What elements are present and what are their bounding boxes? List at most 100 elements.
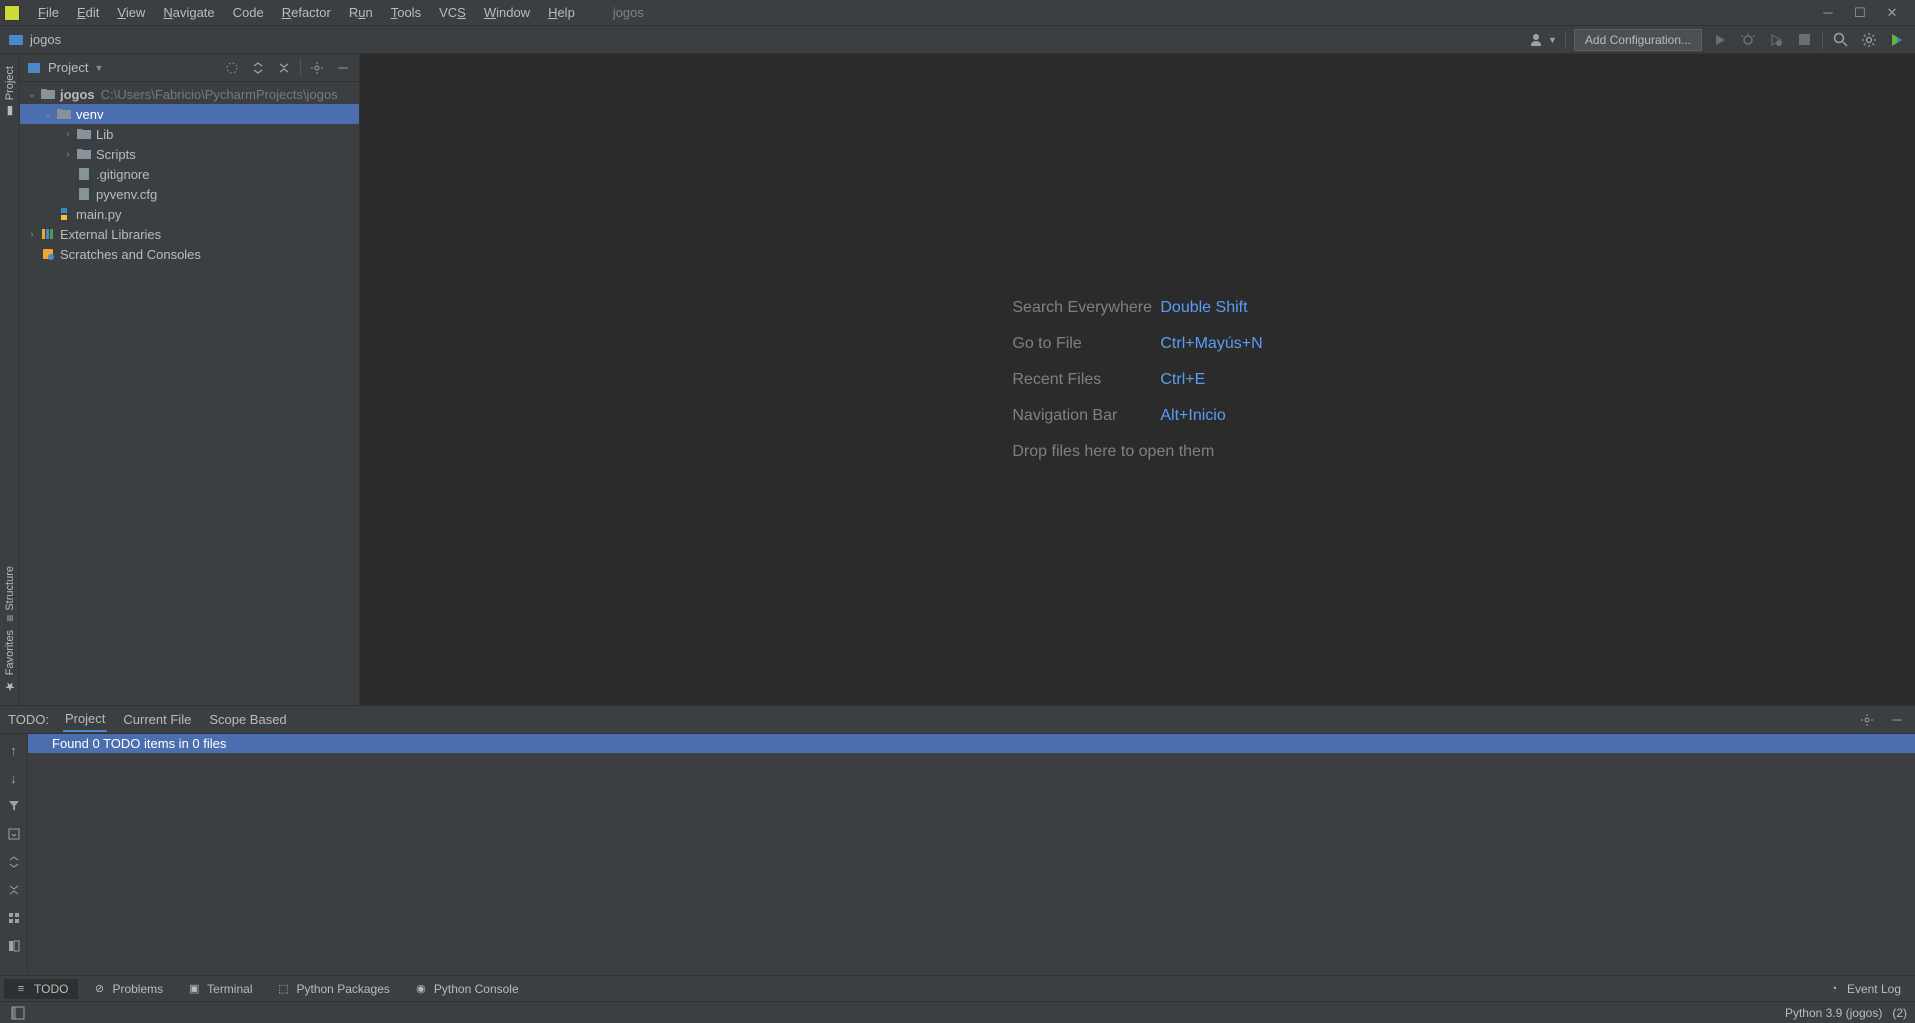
hint-recent-label: Recent Files bbox=[1012, 371, 1152, 389]
code-with-me-button[interactable] bbox=[1887, 30, 1907, 50]
star-icon: ★ bbox=[3, 679, 17, 693]
user-menu-button[interactable]: ▼ bbox=[1530, 33, 1557, 47]
hint-goto-key: Ctrl+Mayús+N bbox=[1160, 335, 1262, 353]
tree-main-py[interactable]: main.py bbox=[20, 204, 359, 224]
todo-label: TODO: bbox=[8, 712, 49, 727]
btab-packages[interactable]: ⬚Python Packages bbox=[267, 979, 400, 999]
todo-hide-button[interactable]: ─ bbox=[1887, 710, 1907, 730]
todo-tab-project[interactable]: Project bbox=[63, 707, 107, 732]
editor-empty-state[interactable]: Search EverywhereDouble Shift Go to File… bbox=[360, 54, 1915, 705]
todo-tabs: TODO: Project Current File Scope Based ─ bbox=[0, 706, 1915, 734]
previous-todo-button[interactable]: ↑ bbox=[4, 740, 24, 760]
status-notifications[interactable]: (2) bbox=[1892, 1006, 1907, 1020]
todo-tab-current-file[interactable]: Current File bbox=[121, 708, 193, 731]
tree-root[interactable]: ⌄ jogos C:\Users\Fabricio\PycharmProject… bbox=[20, 84, 359, 104]
panel-settings-button[interactable] bbox=[307, 58, 327, 78]
menu-window[interactable]: Window bbox=[476, 2, 538, 23]
btab-console[interactable]: ◉Python Console bbox=[404, 979, 529, 999]
hide-panel-button[interactable]: ─ bbox=[333, 58, 353, 78]
btab-event-log[interactable]: ◔Event Log bbox=[1817, 979, 1911, 999]
hint-drop-files: Drop files here to open them bbox=[1012, 443, 1262, 461]
chevron-down-icon[interactable]: ⌄ bbox=[24, 89, 40, 100]
search-everywhere-button[interactable] bbox=[1831, 30, 1851, 50]
menu-code[interactable]: Code bbox=[225, 2, 272, 23]
project-panel-title[interactable]: Project ▼ bbox=[26, 60, 103, 76]
hint-search-key: Double Shift bbox=[1160, 299, 1247, 317]
menu-run[interactable]: Run bbox=[341, 2, 381, 23]
todo-toolbar: ↑ ↓ bbox=[0, 734, 28, 975]
chevron-right-icon[interactable]: › bbox=[60, 129, 76, 140]
main-area: ▮Project ≡Structure ★Favorites Project ▼… bbox=[0, 54, 1915, 705]
menu-file[interactable]: File bbox=[30, 2, 67, 23]
locate-file-button[interactable] bbox=[222, 58, 242, 78]
menu-tools[interactable]: Tools bbox=[383, 2, 429, 23]
maximize-button[interactable]: ☐ bbox=[1853, 6, 1867, 20]
tree-venv[interactable]: ⌄ venv bbox=[20, 104, 359, 124]
hint-goto-label: Go to File bbox=[1012, 335, 1152, 353]
separator bbox=[1822, 31, 1823, 49]
status-interpreter[interactable]: Python 3.9 (jogos) bbox=[1785, 1006, 1882, 1020]
titlebar: File Edit View Navigate Code Refactor Ru… bbox=[0, 0, 1915, 26]
expand-all-todo-button[interactable] bbox=[4, 852, 24, 872]
debug-button[interactable] bbox=[1738, 30, 1758, 50]
todo-tab-scope[interactable]: Scope Based bbox=[207, 708, 288, 731]
filter-button[interactable] bbox=[4, 796, 24, 816]
close-button[interactable]: ✕ bbox=[1885, 6, 1899, 20]
tree-gitignore[interactable]: .gitignore bbox=[20, 164, 359, 184]
chevron-right-icon[interactable]: › bbox=[24, 229, 40, 240]
warning-icon: ⊘ bbox=[92, 982, 106, 996]
separator bbox=[1565, 31, 1566, 49]
breadcrumb[interactable]: jogos bbox=[30, 32, 61, 47]
group-by-button[interactable] bbox=[4, 908, 24, 928]
todo-result-summary[interactable]: Found 0 TODO items in 0 files bbox=[28, 734, 1915, 753]
navigation-bar: jogos ▼ Add Configuration... bbox=[0, 26, 1915, 54]
autoscroll-button[interactable] bbox=[4, 824, 24, 844]
project-view-icon bbox=[26, 60, 42, 76]
library-icon bbox=[40, 226, 56, 242]
scratches-icon bbox=[40, 246, 56, 262]
collapse-all-todo-button[interactable] bbox=[4, 880, 24, 900]
collapse-all-button[interactable] bbox=[274, 58, 294, 78]
tool-windows-button[interactable] bbox=[8, 1003, 28, 1023]
gutter-favorites-tab[interactable]: ★Favorites bbox=[3, 626, 17, 697]
chevron-right-icon[interactable]: › bbox=[60, 149, 76, 160]
list-icon: ≡ bbox=[14, 982, 28, 996]
project-folder-icon bbox=[8, 32, 24, 48]
gutter-structure-tab[interactable]: ≡Structure bbox=[3, 562, 17, 626]
btab-todo[interactable]: ≡TODO bbox=[4, 979, 78, 999]
menu-edit[interactable]: Edit bbox=[69, 2, 107, 23]
gutter-project-tab[interactable]: ▮Project bbox=[3, 62, 17, 122]
todo-results[interactable]: Found 0 TODO items in 0 files bbox=[28, 734, 1915, 975]
menu-view[interactable]: View bbox=[109, 2, 153, 23]
preview-button[interactable] bbox=[4, 936, 24, 956]
todo-settings-button[interactable] bbox=[1857, 710, 1877, 730]
next-todo-button[interactable]: ↓ bbox=[4, 768, 24, 788]
stop-button[interactable] bbox=[1794, 30, 1814, 50]
tree-scripts[interactable]: › Scripts bbox=[20, 144, 359, 164]
menu-vcs[interactable]: VCS bbox=[431, 2, 474, 23]
folder-icon bbox=[56, 106, 72, 122]
menu-help[interactable]: Help bbox=[540, 2, 583, 23]
chevron-down-icon[interactable]: ⌄ bbox=[40, 109, 56, 120]
tree-external-libraries[interactable]: › External Libraries bbox=[20, 224, 359, 244]
settings-button[interactable] bbox=[1859, 30, 1879, 50]
menu-navigate[interactable]: Navigate bbox=[155, 2, 222, 23]
project-tree[interactable]: ⌄ jogos C:\Users\Fabricio\PycharmProject… bbox=[20, 82, 359, 705]
bottom-tool-tabs: ≡TODO ⊘Problems ▣Terminal ⬚Python Packag… bbox=[0, 975, 1915, 1001]
menu-refactor[interactable]: Refactor bbox=[274, 2, 339, 23]
tree-lib[interactable]: › Lib bbox=[20, 124, 359, 144]
btab-problems[interactable]: ⊘Problems bbox=[82, 979, 173, 999]
add-configuration-button[interactable]: Add Configuration... bbox=[1574, 29, 1702, 51]
hint-recent-key: Ctrl+E bbox=[1160, 371, 1205, 389]
structure-icon: ≡ bbox=[3, 615, 17, 622]
minimize-button[interactable]: ─ bbox=[1821, 6, 1835, 20]
run-button[interactable] bbox=[1710, 30, 1730, 50]
tree-scratches[interactable]: Scratches and Consoles bbox=[20, 244, 359, 264]
expand-all-button[interactable] bbox=[248, 58, 268, 78]
run-coverage-button[interactable] bbox=[1766, 30, 1786, 50]
btab-terminal[interactable]: ▣Terminal bbox=[177, 979, 262, 999]
file-icon bbox=[76, 166, 92, 182]
left-tool-gutter: ▮Project ≡Structure ★Favorites bbox=[0, 54, 20, 705]
hint-navbar-key: Alt+Inicio bbox=[1160, 407, 1225, 425]
tree-pyvenv[interactable]: pyvenv.cfg bbox=[20, 184, 359, 204]
